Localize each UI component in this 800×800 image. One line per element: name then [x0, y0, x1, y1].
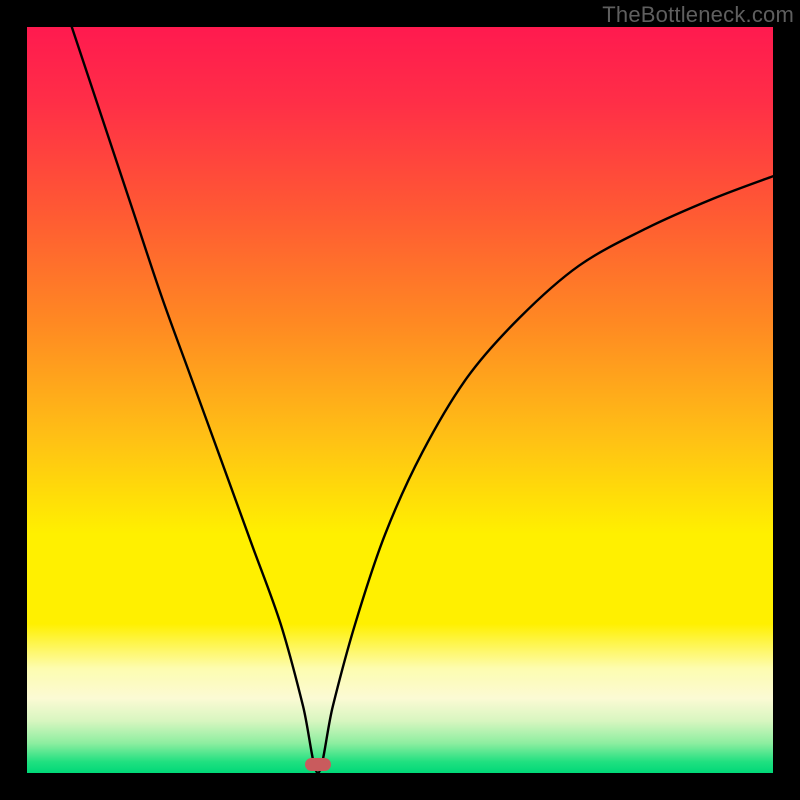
bottleneck-curve	[27, 27, 773, 773]
watermark-text: TheBottleneck.com	[602, 2, 794, 28]
optimal-point-marker	[305, 758, 331, 771]
chart-frame: TheBottleneck.com	[0, 0, 800, 800]
plot-area	[27, 27, 773, 773]
